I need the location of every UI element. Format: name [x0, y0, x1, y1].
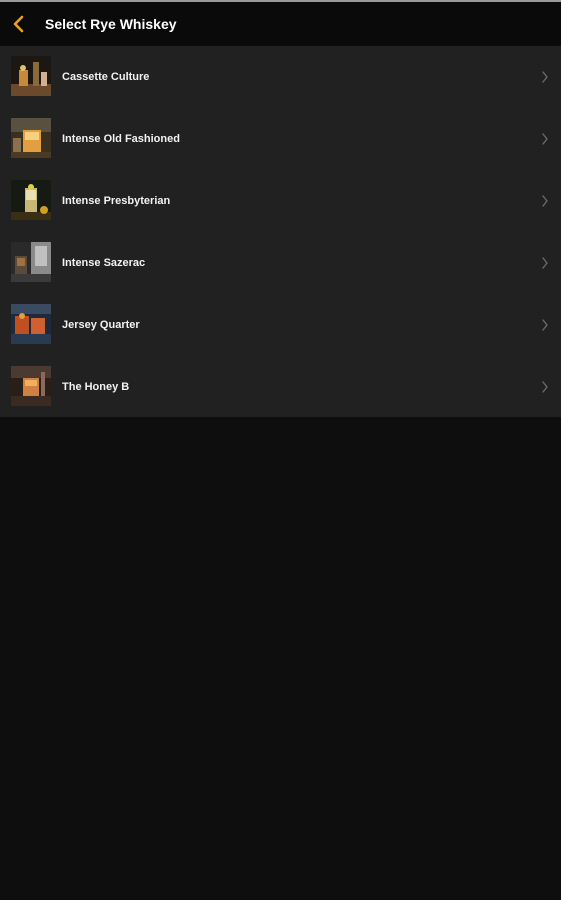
list-item-label: Jersey Quarter [62, 319, 140, 331]
cocktail-thumbnail [11, 366, 51, 406]
chevron-right-icon [542, 257, 548, 269]
cocktail-thumbnail [11, 242, 51, 282]
list-item-intense-sazerac[interactable]: Intense Sazerac [0, 232, 561, 294]
list-item-jersey-quarter[interactable]: Jersey Quarter [0, 294, 561, 356]
back-button[interactable] [2, 2, 36, 46]
cocktail-thumbnail [11, 304, 51, 344]
list-item-label: Intense Sazerac [62, 257, 146, 269]
list-item-intense-old-fashioned[interactable]: Intense Old Fashioned [0, 108, 561, 170]
page-title: Select Rye Whiskey [45, 16, 177, 32]
cocktail-list: Cassette Culture Intense Old Fashioned I… [0, 46, 561, 417]
list-item-label: Intense Presbyterian [62, 195, 171, 207]
list-item-label: Intense Old Fashioned [62, 133, 180, 145]
list-item-label: The Honey B [62, 381, 130, 393]
chevron-right-icon [542, 71, 548, 83]
chevron-right-icon [542, 319, 548, 331]
list-item-label: Cassette Culture [62, 71, 150, 83]
chevron-right-icon [542, 195, 548, 207]
app-bar: Select Rye Whiskey [0, 2, 561, 46]
chevron-right-icon [542, 381, 548, 393]
chevron-left-icon [13, 15, 24, 33]
cocktail-thumbnail [11, 56, 51, 96]
cocktail-thumbnail [11, 118, 51, 158]
list-item-intense-presbyterian[interactable]: Intense Presbyterian [0, 170, 561, 232]
cocktail-thumbnail [11, 180, 51, 220]
list-item-the-honey-b[interactable]: The Honey B [0, 356, 561, 418]
chevron-right-icon [542, 133, 548, 145]
empty-content-area [0, 417, 561, 900]
list-item-cassette-culture[interactable]: Cassette Culture [0, 46, 561, 108]
